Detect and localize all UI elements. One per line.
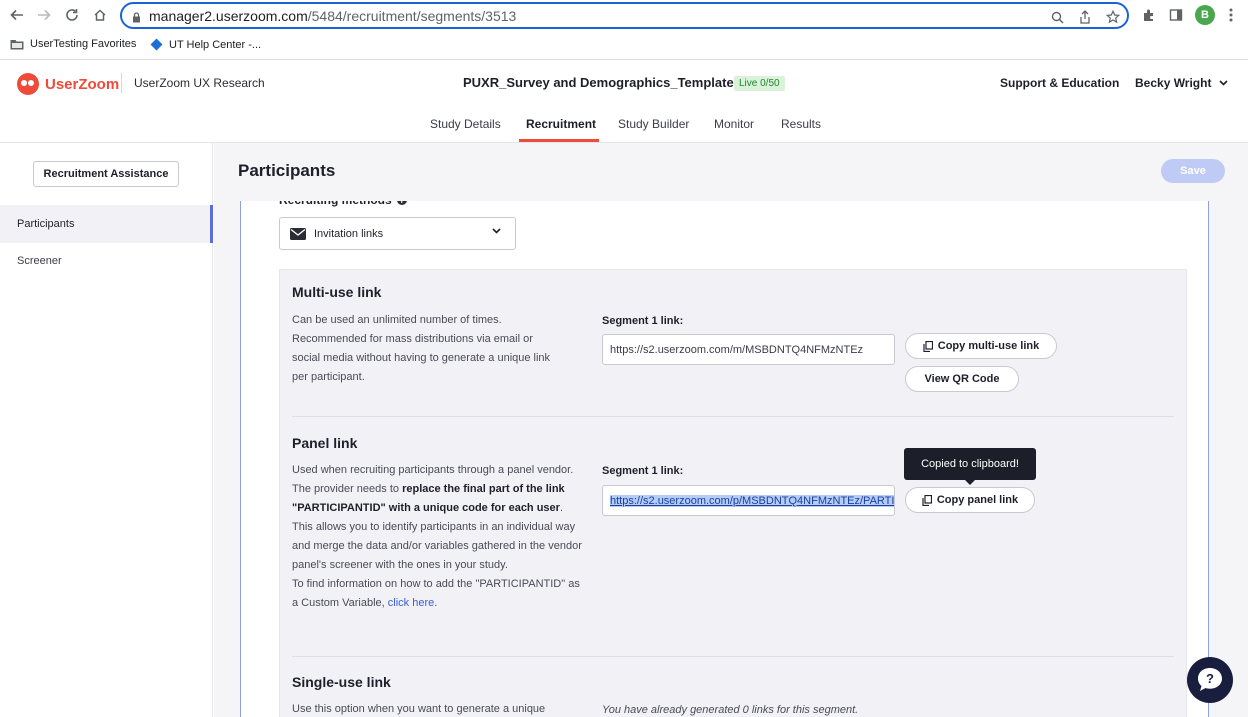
svg-text:?: ? <box>1206 671 1214 686</box>
tab-monitor[interactable]: Monitor <box>714 117 754 131</box>
tab-study-details[interactable]: Study Details <box>430 117 501 131</box>
tab-study-builder[interactable]: Study Builder <box>618 117 689 131</box>
recruiting-method-value: Invitation links <box>314 227 384 240</box>
app-header: UserZoom UserZoom UX Research PUXR_Surve… <box>0 61 1248 105</box>
study-tabs: Study Details Recruitment Study Builder … <box>0 105 1248 143</box>
url-path: /5484/recruitment/segments/3513 <box>307 8 517 24</box>
bookmark-usertesting-favorites[interactable]: UserTesting Favorites <box>10 38 136 50</box>
product-name: UserZoom UX Research <box>134 76 265 90</box>
copied-tooltip: Copied to clipboard! <box>904 448 1036 485</box>
copy-icon <box>923 340 933 352</box>
study-title: PUXR_Survey and Demographics_Template <box>463 75 734 90</box>
tab-recruitment[interactable]: Recruitment <box>526 117 596 131</box>
share-icon[interactable] <box>1076 9 1094 25</box>
multi-use-link-value: https://s2.userzoom.com/m/MSBDNTQ4NFMzNT… <box>610 344 864 356</box>
bookmark-label: UserTesting Favorites <box>30 38 137 50</box>
side-panel-icon[interactable] <box>1167 6 1185 24</box>
main-content: Recruiting methods i Invitation links Mu… <box>214 143 1248 717</box>
invitation-links-panel: Multi-use link Can be used an unlimited … <box>279 269 1187 717</box>
bookmark-star-icon[interactable] <box>1104 9 1122 25</box>
copy-panel-label: Copy panel link <box>936 494 1019 506</box>
page-header: Participants Save <box>214 143 1248 201</box>
panel-segment-label: Segment 1 link: <box>602 465 684 477</box>
panel-link-value: https://s2.userzoom.com/p/MSBDNTQ4NFMzNT… <box>610 495 894 507</box>
single-use-title: Single-use link <box>292 674 391 690</box>
bookmark-ut-help-center[interactable]: UT Help Center -... <box>150 38 261 51</box>
bookmarks-bar: UserTesting Favorites UT Help Center -..… <box>0 31 1248 60</box>
url-host: manager2.userzoom.com <box>149 8 308 24</box>
menu-kebab-icon[interactable] <box>1222 6 1240 24</box>
multi-use-link-field[interactable]: https://s2.userzoom.com/m/MSBDNTQ4NFMzNT… <box>602 334 895 365</box>
zoom-icon[interactable] <box>1048 9 1066 25</box>
support-education-link[interactable]: Support & Education <box>1000 76 1119 90</box>
sidebar-item-screener[interactable]: Screener <box>0 242 213 280</box>
user-name: Becky Wright <box>1135 76 1212 90</box>
folder-icon <box>10 39 24 49</box>
help-chat-button[interactable]: ? <box>1187 657 1233 703</box>
user-menu[interactable]: Becky Wright <box>1135 76 1229 90</box>
forward-icon[interactable] <box>33 5 55 25</box>
copy-panel-link-button[interactable]: Copy panel link <box>905 487 1035 513</box>
chevron-down-icon <box>492 228 501 234</box>
sidebar: Recruitment Assistance Participants Scre… <box>0 143 213 717</box>
tab-results[interactable]: Results <box>781 117 821 131</box>
copy-multi-use-link-button[interactable]: Copy multi-use link <box>905 333 1057 359</box>
multi-use-title: Multi-use link <box>292 284 382 300</box>
copy-multi-use-label: Copy multi-use link <box>937 340 1040 352</box>
page-title: Participants <box>238 161 336 180</box>
save-button[interactable]: Save <box>1161 159 1225 183</box>
userzoom-logo-icon <box>17 73 39 95</box>
panel-link-field[interactable]: https://s2.userzoom.com/p/MSBDNTQ4NFMzNT… <box>602 485 895 516</box>
panel-link-title: Panel link <box>292 435 358 451</box>
panel-desc-end: . <box>434 597 438 609</box>
home-icon[interactable] <box>89 5 111 25</box>
back-icon[interactable] <box>6 5 28 25</box>
active-tab-indicator <box>519 139 599 142</box>
help-chat-icon: ? <box>1198 668 1222 691</box>
multi-use-description: Can be used an unlimited number of times… <box>292 314 551 383</box>
click-here-link[interactable]: click here <box>388 597 434 609</box>
section-divider <box>292 416 1174 417</box>
header-divider <box>121 73 122 93</box>
copy-icon <box>922 494 932 506</box>
single-use-generated-note: You have already generated 0 links for t… <box>602 704 859 716</box>
address-bar[interactable]: manager2.userzoom.com/5484/recruitment/s… <box>120 2 1129 29</box>
section-divider <box>292 656 1174 657</box>
extensions-icon[interactable] <box>1140 6 1158 24</box>
recruitment-card: Recruiting methods i Invitation links Mu… <box>240 193 1209 717</box>
multi-use-segment-label: Segment 1 link: <box>602 315 684 327</box>
bookmark-label: UT Help Center -... <box>169 38 262 51</box>
chevron-down-icon <box>1219 80 1229 86</box>
sidebar-item-participants[interactable]: Participants <box>0 205 213 243</box>
lock-icon <box>132 10 141 28</box>
userzoom-logo[interactable]: UserZoom <box>17 73 119 95</box>
url-text: manager2.userzoom.com/5484/recruitment/s… <box>149 8 516 24</box>
view-qr-code-button[interactable]: View QR Code <box>905 366 1019 392</box>
profile-avatar[interactable]: B <box>1195 5 1215 25</box>
envelope-icon <box>290 227 306 240</box>
single-use-description: Use this option when you want to generat… <box>292 703 546 715</box>
browser-toolbar: manager2.userzoom.com/5484/recruitment/s… <box>0 0 1248 31</box>
panel-link-description: Used when recruiting participants throug… <box>292 461 582 613</box>
logo-text: UserZoom <box>45 75 120 93</box>
live-status-badge: Live 0/50 <box>734 76 785 91</box>
diamond-icon <box>150 38 163 51</box>
reload-icon[interactable] <box>61 5 83 25</box>
recruitment-assistance-button[interactable]: Recruitment Assistance <box>33 161 179 187</box>
recruiting-method-select[interactable]: Invitation links <box>279 217 516 250</box>
